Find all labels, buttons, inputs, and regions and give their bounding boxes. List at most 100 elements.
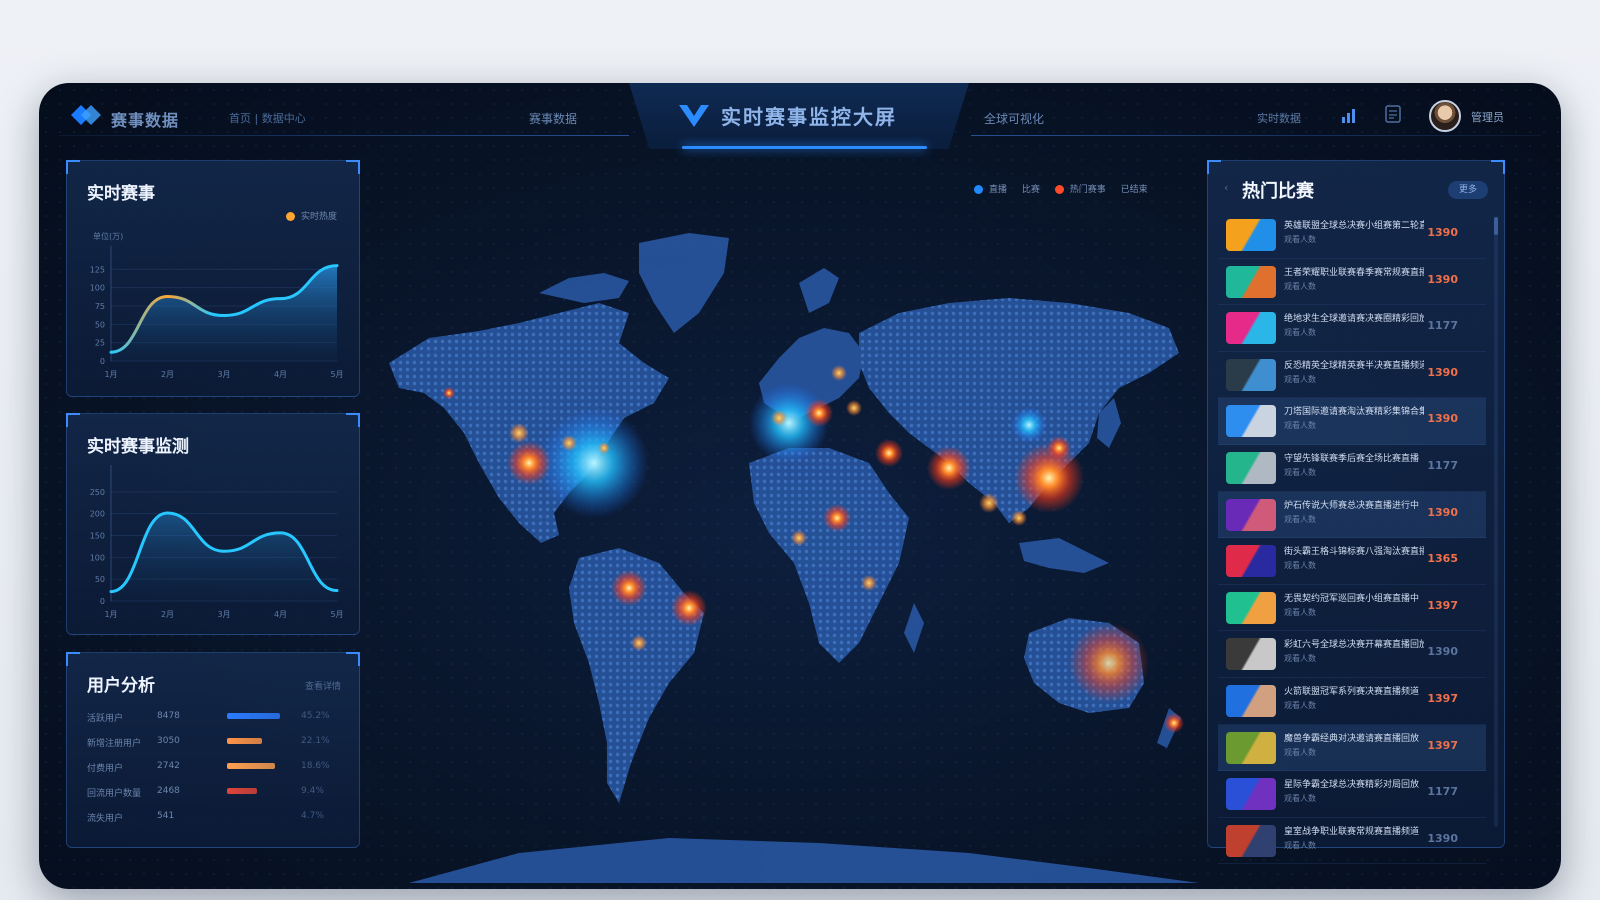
user-stat-row[interactable]: 新增注册用户 3050 22.1% — [87, 730, 341, 755]
x-tick-label: 3月 — [217, 370, 230, 379]
avatar[interactable] — [1429, 100, 1461, 132]
breadcrumb[interactable]: 首页 | 数据中心 — [229, 110, 306, 126]
match-viewers: 1397 — [1427, 691, 1458, 705]
match-viewers: 1365 — [1427, 552, 1458, 566]
stat-value: 2468 — [157, 786, 180, 796]
stat-percent: 4.7% — [301, 811, 324, 821]
match-subtitle: 观看人数 — [1284, 374, 1316, 384]
match-title: 星际争霸全球总决赛精彩对局回放 — [1284, 780, 1420, 791]
match-title: 无畏契约冠军巡回赛小组赛直播中 — [1284, 593, 1420, 604]
match-list-item[interactable]: 无畏契约冠军巡回赛小组赛直播中 观看人数 1397 — [1218, 585, 1486, 632]
match-thumbnail — [1226, 405, 1276, 438]
match-subtitle: 观看人数 — [1284, 235, 1316, 244]
user-stat-row[interactable]: 付费用户 2742 18.6% — [87, 755, 341, 780]
match-title: 绝地求生全球邀请赛决赛圈精彩回放 — [1284, 314, 1424, 325]
world-heat-map[interactable] — [369, 163, 1199, 883]
match-viewers: 1390 — [1427, 365, 1458, 379]
page-title: 实时赛事监控大屏 — [721, 105, 897, 129]
hot-matches-panel: ‹ 热门比赛 更多 英雄联盟全球总决赛小组赛第二轮直播 观看人数 1390 王者荣耀职… — [1207, 160, 1505, 865]
match-list-item[interactable]: 皇室战争职业联赛常规赛直播频道 观看人数 1390 — [1218, 818, 1486, 865]
match-list-item[interactable]: 炉石传说大师赛总决赛直播进行中 观看人数 1390 — [1218, 491, 1486, 539]
match-subtitle: 观看人数 — [1284, 794, 1316, 804]
match-list-item[interactable]: 刀塔国际邀请赛淘汰赛精彩集锦合集 观看人数 1390 — [1218, 398, 1486, 445]
stat-label: 新增注册用户 — [87, 739, 142, 749]
stat-percent: 9.4% — [301, 786, 324, 796]
realtime-events-panel: 实时赛事 实时热度 0 25 50 75 100 125 1月 2月 3月 4月 5月 单位(万) — [66, 160, 360, 397]
match-viewers: 1177 — [1427, 458, 1458, 472]
match-list-item[interactable]: 守望先锋联赛季后赛全场比赛直播 观看人数 1177 — [1218, 445, 1486, 492]
y-tick-label: 100 — [90, 553, 105, 562]
y-tick-label: 200 — [90, 510, 105, 519]
match-thumbnail — [1226, 219, 1276, 251]
stat-value: 2742 — [157, 761, 180, 771]
dashboard-screen: 赛事数据 首页 | 数据中心 赛事数据 实时赛事监控大屏 全球可视化 实时数据 … — [39, 83, 1561, 889]
x-tick-label: 4月 — [274, 370, 287, 379]
stat-bar — [227, 788, 281, 794]
more-button[interactable]: 更多 — [1448, 181, 1488, 199]
stat-label: 付费用户 — [87, 764, 124, 774]
x-tick-label: 3月 — [217, 610, 230, 619]
stat-label: 回流用户数量 — [87, 789, 142, 799]
match-viewers: 1390 — [1427, 412, 1458, 426]
panel-title: 热门比赛 — [1242, 181, 1314, 202]
match-title: 炉石传说大师赛总决赛直播进行中 — [1284, 500, 1420, 511]
signal-icon[interactable] — [1341, 107, 1359, 123]
match-list-item[interactable]: 魔兽争霸经典对决邀请赛直播回放 观看人数 1397 — [1218, 724, 1486, 772]
stat-percent: 18.6% — [301, 761, 330, 771]
header-divider-left — [59, 135, 629, 136]
stat-value: 8478 — [157, 711, 180, 721]
status-label: 实时数据 — [1257, 112, 1301, 125]
y-axis-label: 单位(万) — [93, 231, 123, 241]
y-tick-label: 0 — [100, 357, 105, 366]
match-thumbnail — [1226, 638, 1276, 671]
stat-bar — [227, 713, 281, 719]
match-list-item[interactable]: 英雄联盟全球总决赛小组赛第二轮直播 观看人数 1390 — [1218, 212, 1486, 259]
header-bar: 赛事数据 首页 | 数据中心 赛事数据 实时赛事监控大屏 全球可视化 实时数据 … — [39, 83, 1561, 153]
area-fill — [111, 512, 337, 601]
x-tick-label: 4月 — [274, 610, 287, 619]
match-list-item[interactable]: 火箭联盟冠军系列赛决赛直播频道 观看人数 1397 — [1218, 678, 1486, 725]
stat-value: 3050 — [157, 736, 180, 746]
stat-value: 541 — [157, 811, 175, 821]
match-list-item[interactable]: 街头霸王格斗锦标赛八强淘汰赛直播 观看人数 1365 — [1218, 538, 1486, 585]
match-subtitle: 观看人数 — [1284, 840, 1316, 850]
match-thumbnail — [1226, 778, 1276, 811]
match-list-item[interactable]: 绝地求生全球邀请赛决赛圈精彩回放 观看人数 1177 — [1218, 305, 1486, 352]
scrollbar[interactable] — [1494, 217, 1498, 827]
y-tick-label: 25 — [95, 339, 105, 348]
match-subtitle: 观看人数 — [1284, 607, 1316, 617]
y-tick-label: 150 — [90, 532, 105, 541]
match-list-item[interactable]: 星际争霸全球总决赛精彩对局回放 观看人数 1177 — [1218, 771, 1486, 818]
nav-tab-right[interactable]: 全球可视化 — [984, 110, 1044, 127]
match-subtitle: 观看人数 — [1284, 467, 1316, 477]
stat-bar — [227, 763, 281, 769]
user-stat-row[interactable]: 活跃用户 8478 45.2% — [87, 705, 341, 730]
user-stat-row[interactable]: 流失用户 541 4.7% — [87, 805, 341, 830]
user-analysis-panel: 用户分析 查看详情 活跃用户 8478 45.2% 新增注册用户 3050 22.1% 付费… — [66, 652, 360, 848]
logo-icon[interactable] — [69, 101, 103, 129]
document-icon[interactable] — [1385, 105, 1401, 123]
match-thumbnail — [1226, 731, 1276, 764]
x-tick-label: 5月 — [330, 610, 343, 619]
stat-bar-fill — [227, 738, 263, 744]
nav-tab-left[interactable]: 赛事数据 — [529, 110, 577, 127]
header-divider-right — [971, 135, 1541, 136]
match-list-item[interactable]: 王者荣耀职业联赛春季赛常规赛直播 观看人数 1390 — [1218, 259, 1486, 306]
match-thumbnail — [1226, 591, 1276, 624]
match-list-item[interactable]: 反恐精英全球精英赛半决赛直播频道 观看人数 1390 — [1218, 352, 1486, 399]
area-chart: 0 25 50 75 100 125 1月 2月 3月 4月 5月 单位(万) — [90, 231, 344, 379]
user-name[interactable]: 管理员 — [1471, 109, 1504, 125]
stat-percent: 45.2% — [301, 711, 330, 721]
view-details-link[interactable]: 查看详情 — [305, 679, 341, 692]
x-tick-label: 1月 — [104, 370, 117, 379]
scrollbar-thumb[interactable] — [1494, 217, 1498, 235]
chevron-left-icon[interactable]: ‹ — [1224, 181, 1228, 194]
user-stat-row[interactable]: 回流用户数量 2468 9.4% — [87, 780, 341, 805]
title-underline — [682, 146, 927, 149]
x-tick-label: 5月 — [330, 370, 343, 379]
match-title: 魔兽争霸经典对决邀请赛直播回放 — [1284, 733, 1420, 744]
match-list-item[interactable]: 彩虹六号全球总决赛开幕赛直播回放 观看人数 1390 — [1218, 631, 1486, 678]
y-tick-label: 0 — [100, 597, 105, 606]
match-subtitle: 观看人数 — [1284, 328, 1316, 338]
y-tick-label: 75 — [95, 302, 105, 311]
